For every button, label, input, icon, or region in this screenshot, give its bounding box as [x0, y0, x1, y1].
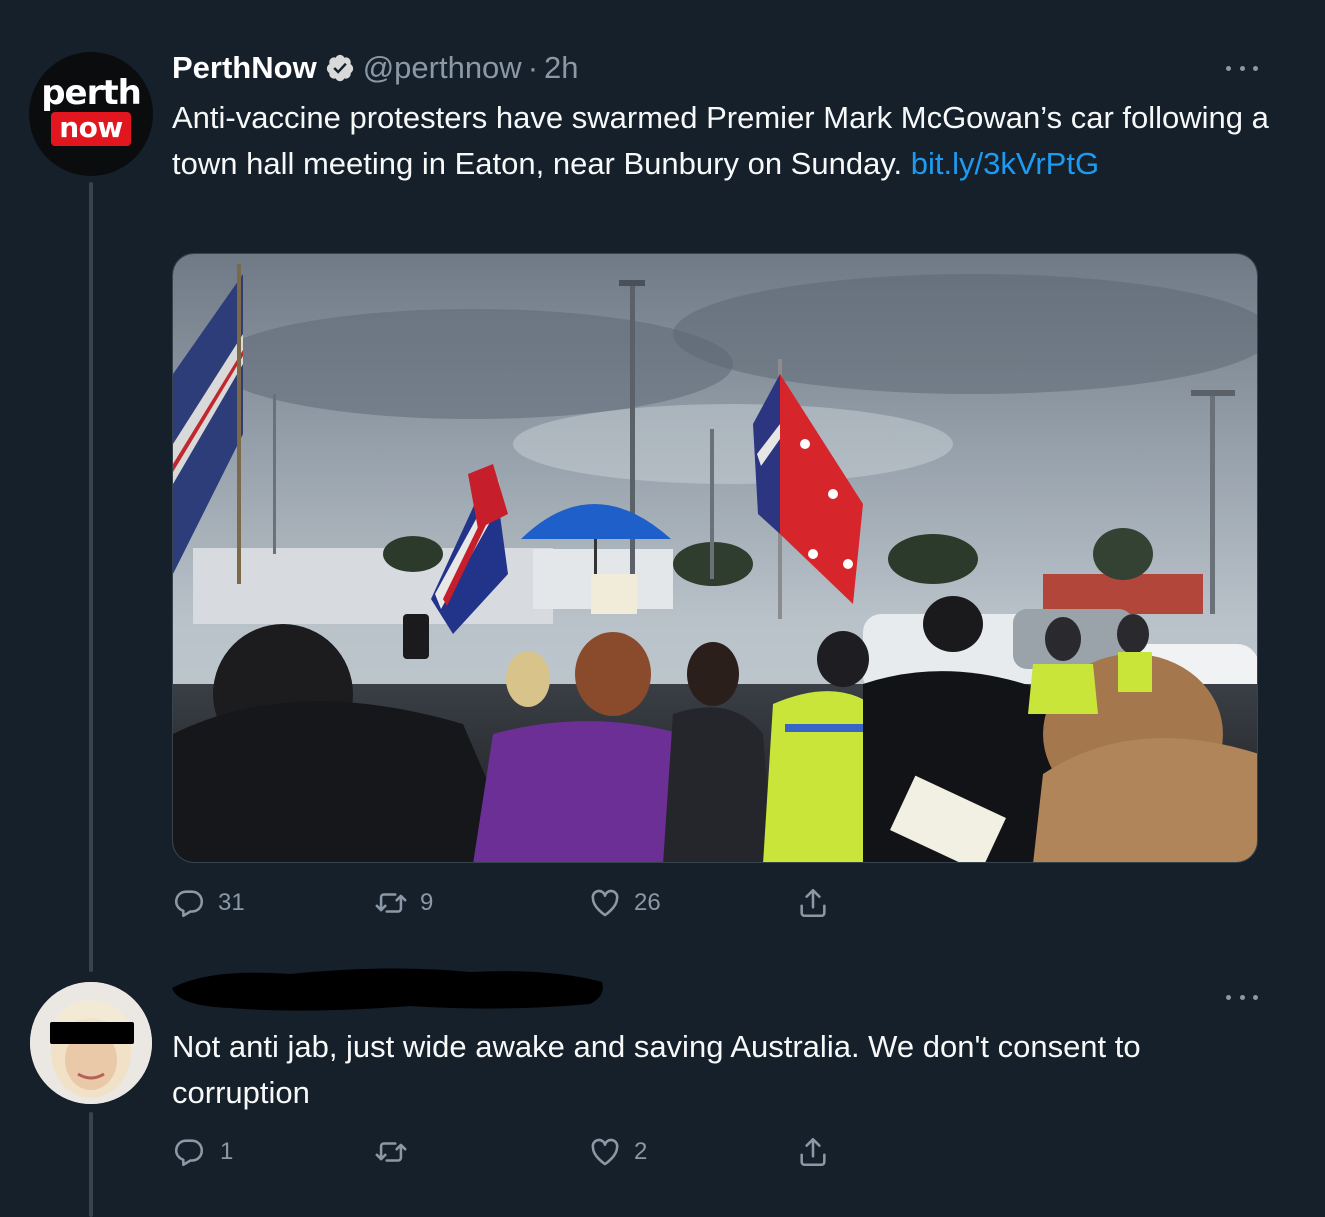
like-icon	[591, 889, 619, 917]
tweet-actions: 31 9 26	[172, 883, 872, 923]
reply-like-button[interactable]: 2	[588, 1132, 647, 1172]
avatar-logo-line1: perth	[41, 73, 142, 113]
tweet-thread: perth now PerthNow @perthnow · 2h Anti-v…	[0, 0, 1325, 1217]
reply-reply-button[interactable]: 1	[172, 1132, 233, 1172]
redacted-display-name	[170, 962, 606, 1014]
share-icon	[800, 1137, 826, 1167]
retweet-button[interactable]: 9	[374, 883, 433, 923]
share-icon	[800, 888, 826, 918]
reply-actions: 1 2	[172, 1132, 872, 1172]
avatar-logo-line2: now	[51, 112, 131, 146]
reply-retweet-button[interactable]	[374, 1132, 420, 1172]
tweet-link[interactable]: bit.ly/3kVrPtG	[911, 146, 1099, 181]
share-button[interactable]	[796, 883, 830, 923]
reply-reply-count: 1	[220, 1138, 234, 1165]
timestamp[interactable]: 2h	[544, 50, 578, 86]
redaction-scribble	[172, 968, 603, 1011]
reply-avatar-photo	[30, 982, 152, 1104]
retweet-icon	[375, 1142, 407, 1162]
reply-count: 31	[218, 889, 245, 916]
reply-button[interactable]: 31	[172, 883, 245, 923]
retweet-count: 9	[420, 889, 434, 916]
reply-more-icon[interactable]	[1226, 992, 1258, 1002]
tweet-header: PerthNow @perthnow · 2h	[172, 48, 579, 88]
thread-line-bottom	[89, 1112, 93, 1217]
avatar[interactable]: perth now	[29, 52, 153, 176]
more-icon[interactable]	[1226, 63, 1258, 73]
separator-dot: ·	[527, 50, 539, 85]
reply-like-count: 2	[634, 1138, 648, 1165]
thread-line-top	[89, 182, 93, 972]
like-icon	[591, 1138, 619, 1166]
reply-text: Not anti jab, just wide awake and saving…	[172, 1029, 1141, 1110]
protest-photo	[173, 254, 1257, 862]
tweet-text: Anti-vaccine protesters have swarmed Pre…	[172, 95, 1272, 187]
display-name[interactable]: PerthNow	[172, 50, 317, 86]
user-handle[interactable]: @perthnow	[363, 50, 522, 86]
like-count: 26	[634, 889, 661, 916]
like-button[interactable]: 26	[588, 883, 661, 923]
verified-badge-icon	[325, 53, 355, 83]
retweet-icon	[375, 893, 407, 913]
tweet-body: Anti-vaccine protesters have swarmed Pre…	[172, 100, 1269, 181]
tweet-media-image[interactable]	[172, 253, 1258, 863]
reply-share-button[interactable]	[796, 1132, 830, 1172]
reply-icon	[174, 890, 204, 918]
reply-avatar[interactable]	[30, 982, 152, 1104]
reply-icon	[174, 1139, 204, 1167]
